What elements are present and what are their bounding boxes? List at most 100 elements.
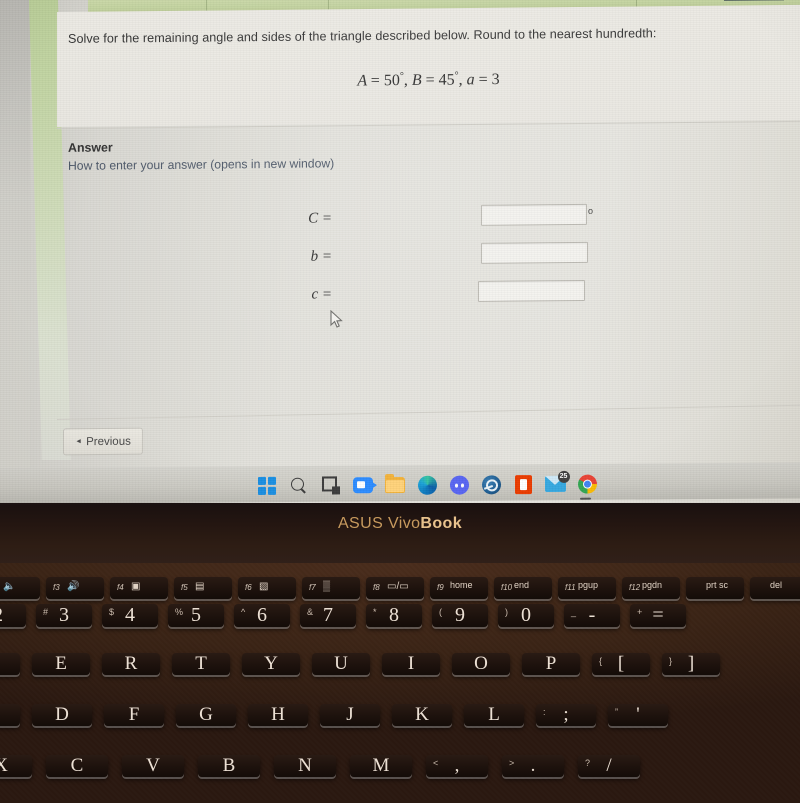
key-9[interactable]: (9 [432, 604, 488, 627]
key-K[interactable]: K [392, 704, 452, 726]
key-C[interactable]: C [46, 755, 108, 777]
key-O[interactable]: O [452, 653, 510, 675]
key-E[interactable]: E [32, 653, 90, 675]
key-bracket-right[interactable]: }] [662, 653, 720, 675]
key-P[interactable]: P [522, 653, 580, 675]
key-quote[interactable]: ” ' [608, 704, 668, 726]
keyboard-function-row: f2🔈 f3🔊 f4▣ f5▤ f6 ▧ f7▒ f8▭/▭ f9home f10end f11pg… [0, 577, 800, 601]
key-D[interactable]: D [32, 704, 92, 726]
taskbar-item-task-view[interactable] [320, 474, 342, 496]
given-A-label: A [357, 72, 367, 90]
key-fn-name: end [514, 580, 530, 590]
key-label: L [488, 704, 500, 725]
key-6[interactable]: ^ 6 [234, 604, 290, 627]
given-A-value: 50 [383, 72, 400, 90]
key-=[interactable]: + = [630, 604, 686, 627]
eq-3: = [478, 71, 488, 89]
key-4[interactable]: $4 [102, 604, 158, 627]
key-H[interactable]: H [248, 704, 308, 726]
key-f4[interactable]: f4 ▣ [110, 577, 168, 599]
key-L[interactable]: L [464, 704, 524, 726]
key-2[interactable]: 2 [0, 604, 26, 627]
key-I[interactable]: I [382, 653, 440, 675]
previous-button-label: Previous [86, 435, 131, 448]
key-B[interactable]: B [198, 755, 260, 777]
key-5[interactable]: % 5 [168, 604, 224, 627]
key-shift-label: ( [439, 607, 442, 617]
field-label-b: b = [310, 248, 332, 265]
taskbar-item-start[interactable] [256, 475, 278, 497]
key-fn-label: f5 [181, 583, 188, 592]
key-label: O [474, 653, 488, 674]
key-V[interactable]: V [122, 755, 184, 777]
key-f6[interactable]: f6 ▧ [238, 577, 296, 599]
key-label: 8 [389, 604, 399, 626]
video-chat-icon [353, 477, 373, 494]
key-label: X [0, 755, 8, 776]
key-label: 3 [59, 604, 69, 626]
key-fn-label: f6 [245, 583, 252, 592]
key-f9[interactable]: f9 home [430, 577, 488, 599]
answer-input-C[interactable] [481, 203, 587, 226]
answer-input-b[interactable] [481, 241, 588, 264]
folder-icon [385, 476, 405, 494]
key-f2[interactable]: f2🔈 [0, 577, 40, 599]
laptop-photo: Correct Solve for the remaining angle an… [0, 0, 800, 800]
key--[interactable]: _ - [564, 604, 620, 627]
key-fn-label: f10 [501, 583, 513, 592]
key-label: E [55, 653, 67, 674]
taskbar-item-mail[interactable]: 25 [544, 470, 570, 495]
key-shift-label: # [43, 607, 49, 617]
key-label: U [334, 653, 348, 674]
key-bracket-left[interactable]: {[ [592, 653, 650, 675]
taskbar-item-steam[interactable] [480, 473, 502, 495]
key-label: [ [617, 653, 625, 674]
key-f10[interactable]: f10 end [494, 577, 552, 599]
answer-help-link[interactable]: How to enter your answer (opens in new w… [68, 156, 334, 173]
key-U[interactable]: U [312, 653, 370, 675]
key-T[interactable]: T [172, 653, 230, 675]
key-X[interactable]: X [0, 755, 32, 777]
key-comma[interactable]: <, [426, 755, 488, 777]
key-W[interactable]: W [0, 653, 20, 675]
key-N[interactable]: N [274, 755, 336, 777]
key-7[interactable]: & 7 [300, 604, 356, 627]
key-del[interactable]: del [750, 577, 800, 599]
key-semicolon[interactable]: :; [536, 704, 596, 726]
key-f8[interactable]: f8 ▭/▭ [366, 577, 424, 599]
taskbar-item-edge[interactable] [416, 474, 438, 496]
key-fn-glyph: ▧ [259, 581, 269, 592]
taskbar-item-discord[interactable] [448, 474, 470, 496]
key-G[interactable]: G [176, 704, 236, 726]
previous-button[interactable]: ◄ Previous [63, 427, 143, 456]
key-f7[interactable]: f7 ▒ [302, 577, 360, 599]
key-f11[interactable]: f11 pgup [558, 577, 616, 599]
taskbar-item-search[interactable] [288, 475, 310, 497]
key-label: K [415, 704, 429, 725]
mail-unread-badge: 25 [557, 470, 570, 483]
key-period[interactable]: >. [502, 755, 564, 777]
key-M[interactable]: M [350, 755, 412, 777]
key-fn-glyph: 🔊 [67, 581, 80, 592]
taskbar-item-chrome[interactable] [576, 473, 598, 500]
taskbar-item-file-explorer[interactable] [384, 474, 406, 496]
key-Y[interactable]: Y [242, 653, 300, 675]
key-S[interactable]: S [0, 704, 20, 726]
taskbar-item-zoom[interactable] [352, 474, 374, 496]
key-0[interactable]: ) 0 [498, 604, 554, 627]
key-F[interactable]: F [104, 704, 164, 726]
key-R[interactable]: R [102, 653, 160, 675]
key-label: = [652, 604, 664, 626]
key-prt-sc[interactable]: prt sc [686, 577, 744, 599]
answer-input-c[interactable] [478, 279, 585, 302]
key-f3[interactable]: f3 🔊 [46, 577, 104, 599]
keyboard-qwerty-row: W E RTY U I O P {[}] [0, 653, 800, 701]
key-fn-label: f11 [565, 583, 576, 592]
key-f12[interactable]: f12 pgdn [622, 577, 680, 599]
key-slash[interactable]: ? / [578, 755, 640, 777]
taskbar-item-office[interactable] [512, 473, 534, 495]
key-8[interactable]: * 8 [366, 604, 422, 627]
key-J[interactable]: J [320, 704, 380, 726]
key-3[interactable]: #3 [36, 604, 92, 627]
key-f5[interactable]: f5 ▤ [174, 577, 232, 599]
